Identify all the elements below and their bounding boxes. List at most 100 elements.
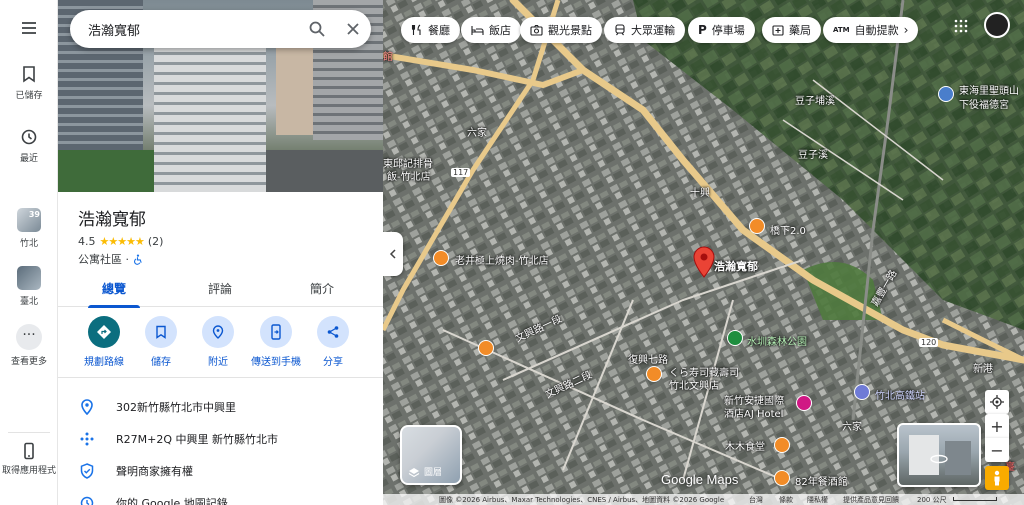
route-shield: 117 [451,168,471,177]
map-label: 竹北文興店 [669,381,719,392]
directions-label: 規劃路線 [84,357,124,368]
maps-history-row[interactable]: 你的 Google 地圖記錄 [58,487,383,505]
chip-pharmacy[interactable]: 藥局 [762,17,821,43]
address-row[interactable]: 302新竹縣竹北市中興里 [58,391,383,423]
place-badge: 39 [28,210,40,219]
directions-icon [88,316,120,348]
star-rating-icon: ★★★★★ [99,235,145,248]
map-label: 豆子溪 [798,150,828,161]
map-label: 新港 [973,364,993,375]
hotel-poi-icon[interactable] [796,395,812,411]
wheelchair-icon [134,254,142,265]
apps-button[interactable] [949,14,973,38]
terms-link[interactable]: 條款 [779,495,793,505]
park-poi-icon[interactable] [727,330,743,346]
search-box[interactable]: 浩瀚寬郁 [70,10,371,48]
restaurant-poi-icon[interactable] [646,366,662,382]
collapse-panel-button[interactable] [383,232,403,276]
recent-place-taipei[interactable]: 臺北 [0,266,58,307]
restaurant-poi-icon[interactable] [478,340,494,356]
place-photo[interactable]: 浩瀚寬郁 [58,0,383,192]
search-button[interactable] [299,10,335,48]
minus-icon: − [990,440,1004,460]
send-to-phone-label: 傳送到手機 [251,357,301,368]
chip-parking[interactable]: P 停車場 [688,17,755,43]
privacy-link[interactable]: 隱私權 [807,495,828,505]
map-scale[interactable]: 200 公尺 [917,495,947,505]
chip-restaurants[interactable]: 餐廳 [401,17,460,43]
my-location-icon [990,395,1004,409]
rotate-360-icon [930,454,948,464]
recent-button[interactable]: 最近 [0,127,58,164]
map-label: 下役福德宮 [959,100,1009,111]
search-input[interactable]: 浩瀚寬郁 [88,20,299,39]
account-avatar[interactable] [984,12,1010,38]
chevron-right-icon: › [903,23,909,37]
region-link[interactable]: 台灣 [749,495,763,505]
share-label: 分享 [323,357,343,368]
tab-about[interactable]: 簡介 [268,273,376,307]
chip-label: 大眾運輸 [631,24,675,37]
see-more-button[interactable]: ··· 查看更多 [0,324,58,367]
fork-knife-icon [411,24,421,35]
rating-row: 4.5 ★★★★★ (2) [78,235,163,248]
tab-overview[interactable]: 總覽 [60,273,168,308]
send-to-phone-button[interactable]: 傳送到手機 [246,316,306,368]
tab-reviews[interactable]: 評論 [166,273,274,307]
get-app-label: 取得應用程式 [1,466,56,476]
rail-divider [8,432,50,433]
plus-code-row[interactable]: R27M+2Q 中興里 新竹縣竹北市 [58,423,383,455]
train-icon [615,24,625,36]
plus-icon: + [990,416,1004,436]
maps-history-text: 你的 Google 地圖記錄 [116,497,228,505]
map-canvas[interactable]: 餐廳 飯店 觀光景點 大眾運輸 P 停車場 藥局 ATM 自動提款 › 浩瀚寬郁… [383,0,1024,505]
chip-transit[interactable]: 大眾運輸 [604,17,685,43]
place-category[interactable]: 公寓社區 · [78,251,129,267]
directions-button[interactable]: 規劃路線 [74,316,134,368]
chevron-left-icon [389,249,396,259]
saved-button[interactable]: 已儲存 [0,64,58,101]
transit-poi-icon[interactable] [854,384,870,400]
nearby-label: 附近 [208,357,228,368]
google-maps-logo: Google Maps [661,472,739,487]
claim-business-row[interactable]: 聲明商家擁有權 [58,455,383,487]
chip-attractions[interactable]: 觀光景點 [520,17,602,43]
marker-label[interactable]: 浩瀚寬郁 [714,258,758,274]
my-location-button[interactable] [985,390,1009,414]
pegman-button[interactable] [985,466,1009,490]
clear-search-button[interactable] [335,10,371,48]
map-label: 復興七路 [628,355,668,366]
recent-place-label: 竹北 [19,239,38,249]
atm-icon: ATM [833,26,850,34]
bookmark-icon [145,316,177,348]
chip-atm[interactable]: ATM 自動提款 › [823,17,919,43]
restaurant-poi-icon[interactable] [774,470,790,486]
layers-icon [408,468,420,478]
zoom-in-button[interactable]: + [985,414,1009,438]
map-label: 竹北高鐵站 [875,391,925,402]
restaurant-poi-icon[interactable] [749,218,765,234]
share-button[interactable]: 分享 [303,316,363,368]
review-count[interactable]: (2) [148,235,164,248]
recent-label: 最近 [19,154,38,164]
menu-button[interactable] [0,18,58,42]
temple-poi-icon[interactable] [938,86,954,102]
recent-place-zhubei[interactable]: 39 竹北 [0,208,58,249]
restaurant-poi-icon[interactable] [433,250,449,266]
menu-icon [22,22,36,34]
save-button[interactable]: 儲存 [131,316,191,368]
more-dots-icon: ··· [16,324,42,350]
map-label: 東海里聖頭山 [959,86,1019,97]
nearby-button[interactable]: 附近 [188,316,248,368]
place-panel: 浩瀚寬郁 浩瀚寬郁 4.5 ★★★★★ (2) 公寓社區 · 總覽 評論 簡介 [58,0,383,505]
layers-button[interactable]: 圖層 [400,425,462,485]
feedback-link[interactable]: 提供產品意見回饋 [843,495,899,505]
street-view-thumbnail[interactable] [897,423,981,487]
restaurant-poi-icon[interactable] [774,437,790,453]
chip-label: 藥局 [789,24,811,37]
map-label: 十興 [690,188,710,199]
chip-label: 觀光景點 [548,24,592,37]
get-app-button[interactable]: 取得應用程式 [0,441,58,477]
zoom-out-button[interactable]: − [985,438,1009,462]
chip-hotels[interactable]: 飯店 [461,17,521,43]
